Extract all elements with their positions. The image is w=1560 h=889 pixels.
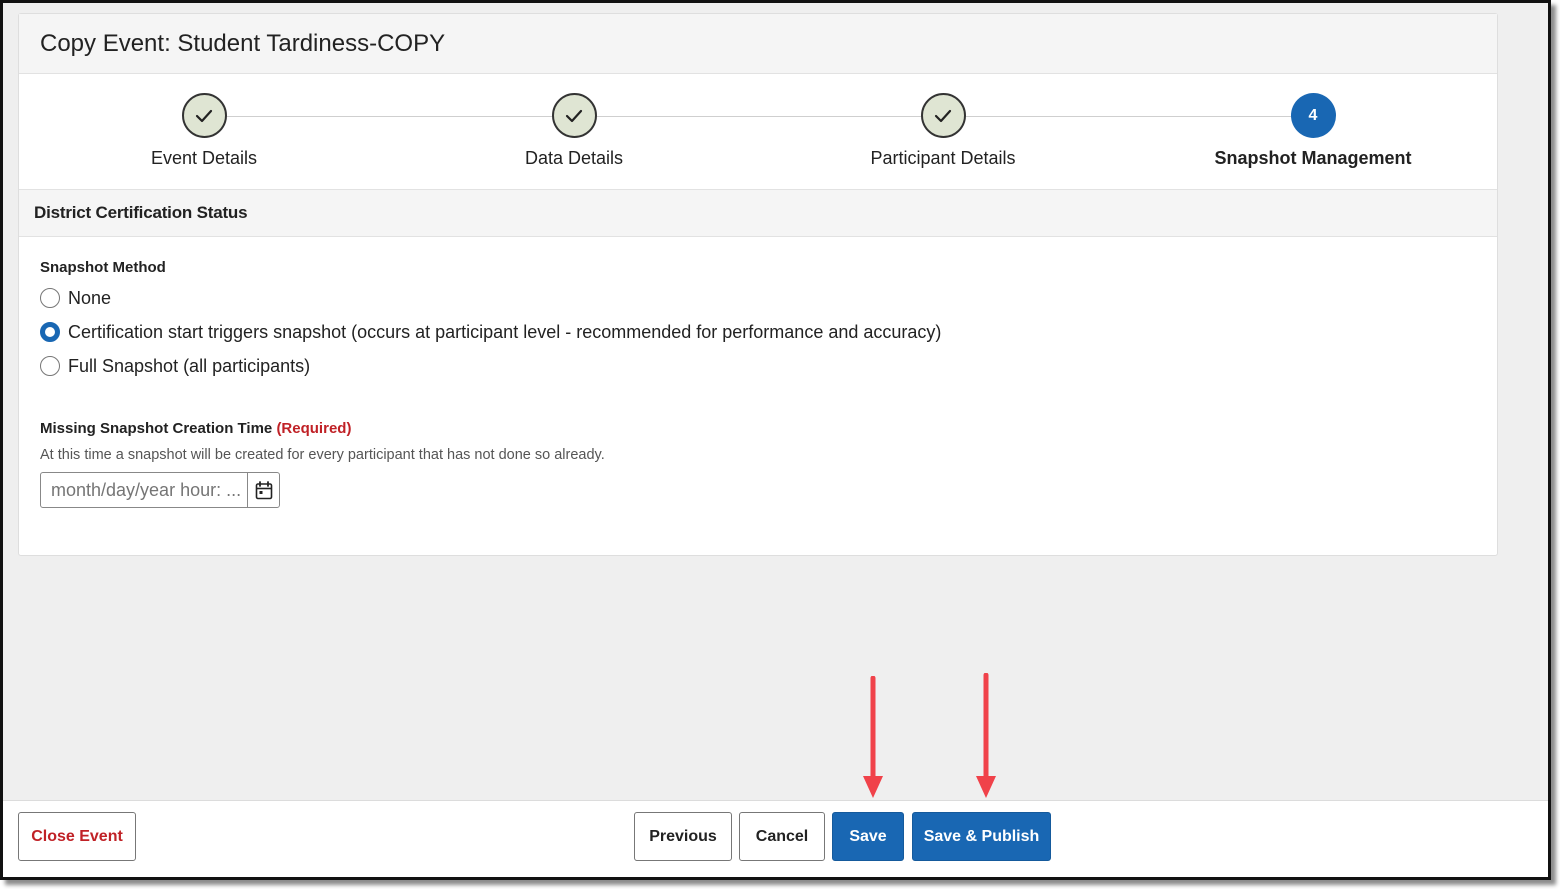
section-body: Snapshot Method None Certification start… [19,237,1497,508]
save-publish-button[interactable]: Save & Publish [912,812,1051,861]
radio-option-certification-start[interactable]: Certification start triggers snapshot (o… [40,320,1476,344]
close-event-button[interactable]: Close Event [18,812,136,861]
step-label: Event Details [150,148,258,168]
stepper-connector-line [204,116,1314,117]
down-arrow-icon [863,676,883,798]
missing-snapshot-label: Missing Snapshot Creation Time (Required… [40,420,1476,437]
radio-button[interactable] [40,288,60,308]
app-window: Copy Event: Student Tardiness-COPY Event… [0,0,1551,880]
radio-button[interactable] [40,356,60,376]
step-number-badge: 4 [1290,93,1336,138]
radio-button-selected[interactable] [40,322,60,342]
radio-label: None [68,287,112,308]
snapshot-datetime-field [40,472,280,508]
step-label: Snapshot Management [1214,148,1412,168]
radio-option-none[interactable]: None [40,286,1476,310]
step-label: Participant Details [870,148,1016,168]
field-label-text: Missing Snapshot Creation Time [40,420,273,437]
help-text: At this time a snapshot will be created … [40,447,605,463]
snapshot-method-radio-group: None Certification start triggers snapsh… [40,286,1476,378]
date-picker-button[interactable] [247,473,279,507]
event-card: Copy Event: Student Tardiness-COPY Event… [18,13,1498,556]
datetime-input[interactable] [41,473,247,507]
radio-label: Certification start triggers snapshot (o… [68,321,942,342]
cancel-button[interactable]: Cancel [739,812,825,861]
radio-label: Full Snapshot (all participants) [68,355,311,376]
step-participant-details[interactable]: Participant Details [813,93,1073,169]
card-header: Copy Event: Student Tardiness-COPY [19,14,1497,74]
step-complete-circle [551,93,597,138]
page-title: Copy Event: Student Tardiness-COPY [40,29,446,57]
save-button[interactable]: Save [832,812,904,861]
wizard-stepper: Event Details Data Details Participant D… [19,74,1497,190]
step-snapshot-management[interactable]: 4 Snapshot Management [1183,93,1443,169]
action-footer: Close Event Previous Cancel Save Save & … [3,800,1548,877]
step-label: Data Details [524,148,624,168]
step-event-details[interactable]: Event Details [74,93,334,169]
step-complete-circle [920,93,966,138]
snapshot-method-label: Snapshot Method [40,259,166,276]
section-header: District Certification Status [19,190,1497,237]
down-arrow-icon [976,673,996,798]
check-icon [565,109,583,122]
check-icon [934,109,952,122]
calendar-icon [255,480,272,499]
radio-option-full-snapshot[interactable]: Full Snapshot (all participants) [40,354,1476,378]
step-complete-circle [181,93,227,138]
required-indicator: (Required) [276,420,352,437]
check-icon [195,109,213,122]
previous-button[interactable]: Previous [634,812,732,861]
step-data-details[interactable]: Data Details [444,93,704,169]
